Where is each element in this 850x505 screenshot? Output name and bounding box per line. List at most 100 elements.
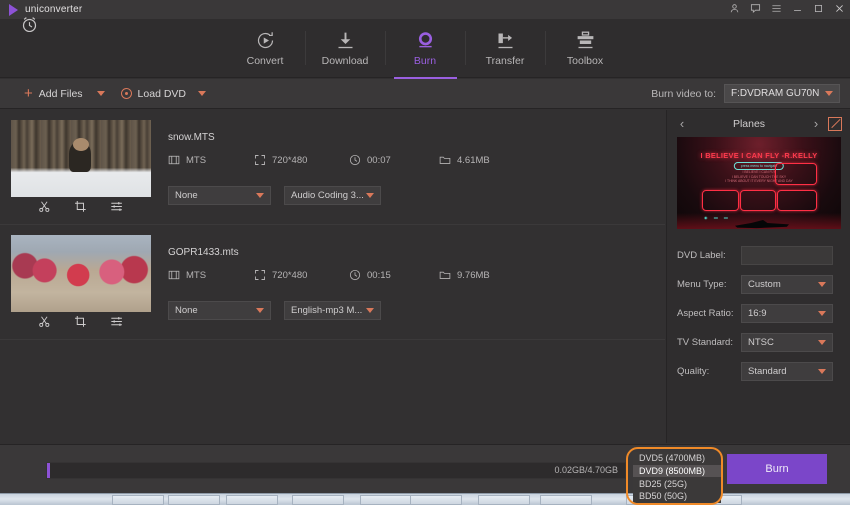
subtitle-select[interactable]: None <box>168 301 271 320</box>
add-files-button[interactable]: + Add Files <box>0 86 83 101</box>
minimize-icon[interactable] <box>792 3 803 17</box>
field-tv-standard: TV Standard: NTSC <box>677 332 840 353</box>
effects-sliders-icon[interactable] <box>110 200 124 213</box>
file-duration-value: 00:15 <box>367 269 391 281</box>
download-arrow-icon <box>335 29 356 51</box>
quality-select[interactable]: Standard <box>741 362 833 381</box>
tab-convert[interactable]: Convert <box>226 19 305 78</box>
capacity-fill <box>47 463 50 478</box>
subtitle-select[interactable]: None <box>168 186 271 205</box>
film-icon <box>168 155 180 165</box>
field-aspect-ratio: Aspect Ratio: 16:9 <box>677 303 840 324</box>
burn-target-group: Burn video to: F:DVDRAM GU70N <box>651 84 840 103</box>
preview-chapter-box <box>775 163 817 185</box>
dvd-settings-form: DVD Label: Menu Type: Custom Aspect Rati… <box>667 245 850 382</box>
tab-toolbox[interactable]: Toolbox <box>546 19 625 78</box>
tab-download[interactable]: Download <box>306 19 385 78</box>
preview-nav-dots: ◉ ◂◂ ◂◂ <box>704 215 728 220</box>
feedback-icon[interactable] <box>750 3 761 17</box>
tv-standard-value: NTSC <box>748 337 774 348</box>
tab-transfer[interactable]: Transfer <box>466 19 545 78</box>
disc-size-dropdown[interactable]: DVD5 (4700MB) DVD9 (8500MB) BD25 (25G) B… <box>633 452 721 503</box>
disc-size-option[interactable]: BD25 (25G) <box>633 477 721 490</box>
folder-icon <box>439 156 451 164</box>
resolution-icon <box>255 270 265 280</box>
plus-icon: + <box>24 85 33 102</box>
tv-standard-select[interactable]: NTSC <box>741 333 833 352</box>
clock-icon <box>349 269 361 281</box>
burn-disc-icon <box>415 29 436 51</box>
file-format: MTS <box>168 154 254 166</box>
menu-icon[interactable] <box>771 3 782 17</box>
chevron-down-icon <box>825 91 833 96</box>
trim-scissors-icon[interactable] <box>38 200 51 213</box>
file-duration: 00:07 <box>349 154 439 166</box>
preview-chapter-box <box>702 190 739 211</box>
menu-type-select[interactable]: Custom <box>741 275 833 294</box>
edit-pencil-icon[interactable] <box>828 116 842 131</box>
chevron-right-icon[interactable]: › <box>809 116 823 131</box>
close-icon[interactable] <box>834 3 845 17</box>
menu-type-value: Custom <box>748 279 781 290</box>
convert-circular-arrow-icon <box>255 29 276 51</box>
file-resolution: 720*480 <box>254 154 349 166</box>
load-dvd-button[interactable]: Load DVD <box>138 88 186 100</box>
disc-size-option-selected[interactable]: DVD9 (8500MB) <box>633 464 721 478</box>
dvd-menu-preview[interactable]: I BELIEVE I CAN FLY -R.KELLY press menu … <box>677 137 841 229</box>
dvd-label-label: DVD Label: <box>677 250 726 261</box>
crop-icon[interactable] <box>74 315 87 328</box>
aspect-ratio-label: Aspect Ratio: <box>677 308 734 319</box>
dvd-settings-panel: ‹ Planes › I BELIEVE I CAN FLY -R.KELLY … <box>666 110 850 443</box>
folder-icon <box>439 271 451 279</box>
chevron-down-icon <box>818 311 826 316</box>
maximize-icon[interactable] <box>813 3 824 17</box>
audio-select[interactable]: English-mp3 M... <box>284 301 381 320</box>
file-resolution: 720*480 <box>254 269 349 281</box>
disc-size-option[interactable]: DVD5 (4700MB) <box>633 452 721 465</box>
burn-target-value: F:DVDRAM GU70N <box>731 88 820 99</box>
add-files-dropdown-caret[interactable] <box>96 91 105 96</box>
table-row[interactable]: snow.MTS MTS 720*480 00:07 4.61MB None A… <box>0 110 665 225</box>
file-name: GOPR1433.mts <box>168 247 239 258</box>
action-toolbar: + Add Files Load DVD Burn video to: F:DV… <box>0 79 850 109</box>
effects-sliders-icon[interactable] <box>110 315 124 328</box>
aspect-ratio-value: 16:9 <box>748 308 767 319</box>
file-name: snow.MTS <box>168 132 215 143</box>
disc-size-option[interactable]: BD50 (50G) <box>633 490 721 503</box>
account-icon[interactable] <box>729 3 740 17</box>
file-list[interactable]: snow.MTS MTS 720*480 00:07 4.61MB None A… <box>0 110 665 443</box>
add-files-label: Add Files <box>38 87 83 100</box>
trim-scissors-icon[interactable] <box>38 315 51 328</box>
field-dvd-label: DVD Label: <box>677 245 840 266</box>
preview-chapter-box <box>740 190 776 211</box>
video-thumbnail[interactable] <box>11 235 151 330</box>
chevron-down-icon <box>366 193 374 198</box>
crop-icon[interactable] <box>74 200 87 213</box>
tab-convert-label: Convert <box>246 55 284 67</box>
video-thumbnail[interactable] <box>11 120 151 215</box>
burn-video-to-label: Burn video to: <box>651 87 716 100</box>
burn-button[interactable]: Burn <box>727 454 827 484</box>
file-duration-value: 00:07 <box>367 154 391 166</box>
disc-capacity-bar: 0.02GB/4.70GB <box>46 462 626 479</box>
alarm-clock-icon[interactable] <box>20 15 39 39</box>
chevron-down-icon <box>818 282 826 287</box>
film-icon <box>168 270 180 280</box>
dvd-label-input[interactable] <box>741 246 833 265</box>
item-action-bar <box>11 312 151 330</box>
tab-burn[interactable]: Burn <box>386 19 465 79</box>
clock-icon <box>349 154 361 166</box>
tab-transfer-label: Transfer <box>485 55 525 67</box>
table-row[interactable]: GOPR1433.mts MTS 720*480 00:15 9.76MB No… <box>0 225 665 340</box>
audio-select-value: Audio Coding 3... <box>291 190 364 201</box>
file-resolution-value: 720*480 <box>272 269 308 281</box>
burn-target-select[interactable]: F:DVDRAM GU70N <box>724 84 840 103</box>
chevron-left-icon[interactable]: ‹ <box>675 116 689 131</box>
file-track-selectors: None Audio Coding 3... <box>168 186 381 205</box>
thumbnail-image <box>11 120 151 197</box>
aspect-ratio-select[interactable]: 16:9 <box>741 304 833 323</box>
load-dvd-dropdown-caret[interactable] <box>198 91 206 96</box>
audio-select[interactable]: Audio Coding 3... <box>284 186 381 205</box>
field-menu-type: Menu Type: Custom <box>677 274 840 295</box>
app-title: uniconverter <box>25 4 83 15</box>
